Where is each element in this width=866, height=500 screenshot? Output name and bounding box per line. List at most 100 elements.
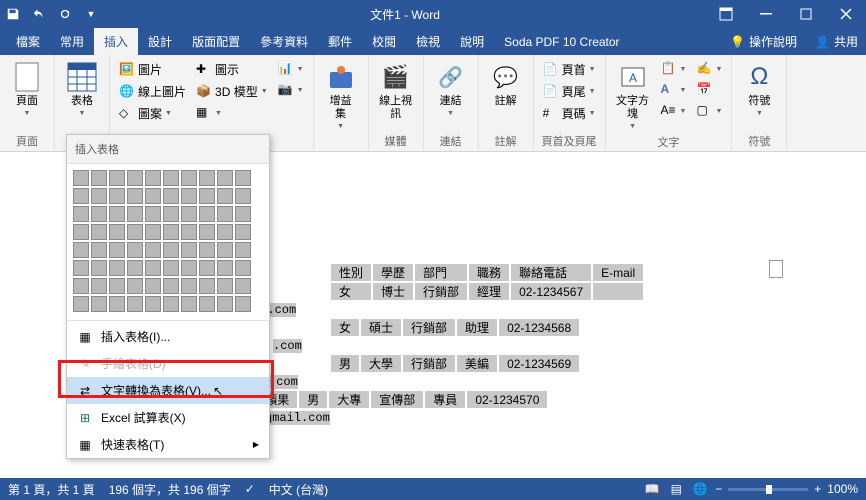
grid-cell[interactable]	[199, 188, 215, 204]
page-button[interactable]: 頁面▼	[6, 59, 48, 119]
grid-cell[interactable]	[199, 296, 215, 312]
grid-cell[interactable]	[127, 242, 143, 258]
grid-cell[interactable]	[181, 242, 197, 258]
grid-cell[interactable]	[217, 296, 233, 312]
grid-cell[interactable]	[181, 224, 197, 240]
page-number-button[interactable]: #頁碼▼	[540, 103, 599, 124]
table-button[interactable]: 表格▼	[61, 59, 103, 119]
tell-me[interactable]: 操作說明	[749, 33, 797, 50]
grid-cell[interactable]	[91, 260, 107, 276]
grid-cell[interactable]	[217, 242, 233, 258]
grid-cell[interactable]	[73, 206, 89, 222]
grid-cell[interactable]	[163, 296, 179, 312]
grid-cell[interactable]	[181, 188, 197, 204]
draw-table-item[interactable]: ✎手繪表格(D)	[67, 350, 269, 377]
status-words[interactable]: 196 個字，共 196 個字	[109, 481, 231, 498]
grid-cell[interactable]	[109, 296, 125, 312]
grid-cell[interactable]	[109, 224, 125, 240]
qat-more-icon[interactable]: ▼	[78, 0, 104, 28]
zoom-in-icon[interactable]: +	[814, 482, 821, 496]
grid-cell[interactable]	[163, 242, 179, 258]
wordart-button[interactable]: A▼	[658, 80, 690, 100]
grid-cell[interactable]	[91, 206, 107, 222]
grid-cell[interactable]	[109, 278, 125, 294]
grid-cell[interactable]	[199, 242, 215, 258]
table-grid-picker[interactable]	[67, 164, 269, 318]
grid-cell[interactable]	[217, 278, 233, 294]
signature-button[interactable]: ✍▼	[693, 59, 725, 79]
grid-cell[interactable]	[235, 224, 251, 240]
tab-sodapdf[interactable]: Soda PDF 10 Creator	[494, 28, 629, 55]
screenshot-button[interactable]: 📷▼	[275, 80, 307, 100]
grid-cell[interactable]	[217, 170, 233, 186]
grid-cell[interactable]	[145, 188, 161, 204]
quickparts-button[interactable]: 📋▼	[658, 59, 690, 79]
grid-cell[interactable]	[217, 206, 233, 222]
minimize-icon[interactable]	[746, 0, 786, 28]
tab-insert[interactable]: 插入	[94, 28, 138, 55]
grid-cell[interactable]	[199, 170, 215, 186]
tab-design[interactable]: 設計	[138, 28, 182, 55]
insert-table-item[interactable]: ▦插入表格(I)...	[67, 323, 269, 350]
dropcap-button[interactable]: A≡▼	[658, 101, 690, 121]
tab-references[interactable]: 參考資料	[250, 28, 318, 55]
grid-cell[interactable]	[109, 206, 125, 222]
grid-cell[interactable]	[127, 170, 143, 186]
grid-cell[interactable]	[73, 170, 89, 186]
3d-model-button[interactable]: 📦3D 模型▼	[193, 81, 271, 102]
grid-cell[interactable]	[217, 224, 233, 240]
grid-cell[interactable]	[163, 278, 179, 294]
grid-cell[interactable]	[199, 260, 215, 276]
grid-cell[interactable]	[91, 170, 107, 186]
grid-cell[interactable]	[91, 296, 107, 312]
header-button[interactable]: 📄頁首▼	[540, 59, 599, 80]
grid-cell[interactable]	[181, 278, 197, 294]
convert-text-item[interactable]: ⇄文字轉換為表格(V)...↖	[67, 377, 269, 404]
zoom-level[interactable]: 100%	[827, 482, 858, 496]
close-icon[interactable]	[826, 0, 866, 28]
grid-cell[interactable]	[91, 224, 107, 240]
read-mode-icon[interactable]: 📖	[643, 480, 661, 498]
grid-cell[interactable]	[145, 242, 161, 258]
share-button[interactable]: 共用	[834, 33, 858, 50]
online-video-button[interactable]: 🎬線上視訊	[375, 59, 417, 123]
ribbon-options-icon[interactable]	[706, 0, 746, 28]
grid-cell[interactable]	[235, 206, 251, 222]
status-page[interactable]: 第 1 頁，共 1 頁	[8, 481, 95, 498]
tab-home[interactable]: 常用	[50, 28, 94, 55]
grid-cell[interactable]	[217, 260, 233, 276]
smartart-button[interactable]: ▦▼	[193, 103, 271, 123]
grid-cell[interactable]	[163, 224, 179, 240]
grid-cell[interactable]	[73, 188, 89, 204]
grid-cell[interactable]	[91, 188, 107, 204]
proofing-icon[interactable]: ✓	[245, 482, 255, 496]
grid-cell[interactable]	[163, 260, 179, 276]
datetime-button[interactable]: 📅	[693, 80, 725, 100]
grid-cell[interactable]	[217, 188, 233, 204]
grid-cell[interactable]	[91, 278, 107, 294]
grid-cell[interactable]	[163, 188, 179, 204]
tab-help[interactable]: 說明	[450, 28, 494, 55]
grid-cell[interactable]	[73, 278, 89, 294]
tab-mailings[interactable]: 郵件	[318, 28, 362, 55]
grid-cell[interactable]	[73, 260, 89, 276]
grid-cell[interactable]	[127, 278, 143, 294]
grid-cell[interactable]	[109, 170, 125, 186]
object-button[interactable]: ▢▼	[693, 101, 725, 121]
grid-cell[interactable]	[181, 260, 197, 276]
quick-tables-item[interactable]: ▦快速表格(T)▶	[67, 431, 269, 458]
comment-button[interactable]: 💬註解	[485, 59, 527, 110]
grid-cell[interactable]	[145, 296, 161, 312]
tab-file[interactable]: 檔案	[6, 28, 50, 55]
tab-layout[interactable]: 版面配置	[182, 28, 250, 55]
grid-cell[interactable]	[127, 260, 143, 276]
grid-cell[interactable]	[235, 242, 251, 258]
grid-cell[interactable]	[91, 242, 107, 258]
zoom-slider[interactable]	[728, 488, 808, 491]
zoom-out-icon[interactable]: −	[715, 482, 722, 496]
grid-cell[interactable]	[163, 170, 179, 186]
links-button[interactable]: 🔗連結▼	[430, 59, 472, 119]
print-layout-icon[interactable]: ▤	[667, 480, 685, 498]
grid-cell[interactable]	[145, 224, 161, 240]
undo-icon[interactable]	[26, 0, 52, 28]
